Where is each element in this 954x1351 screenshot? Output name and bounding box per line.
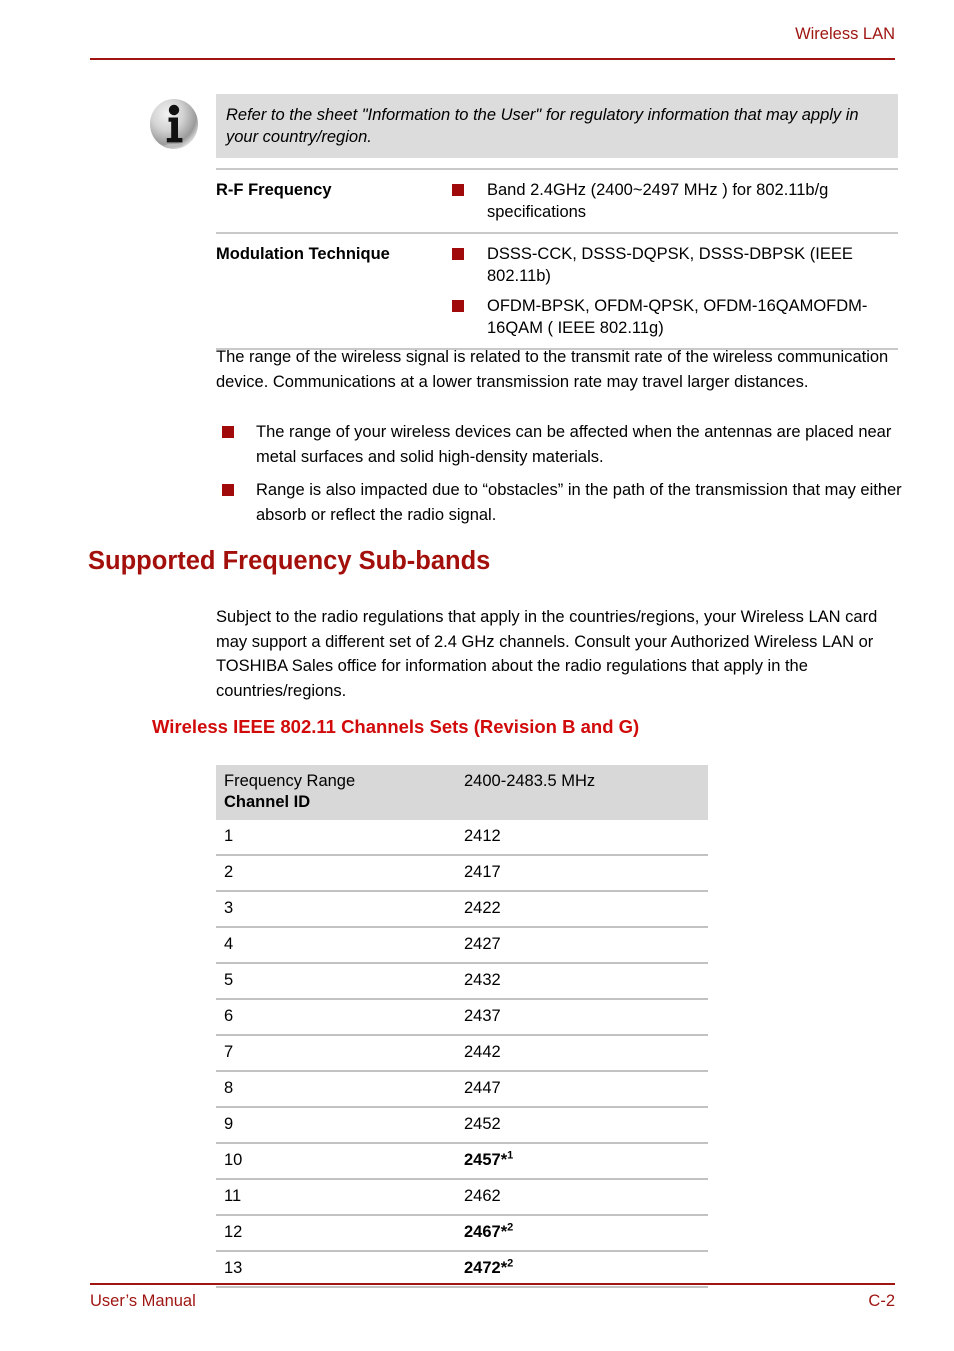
channel-table-header: Frequency Range Channel ID 2400-2483.5 M…	[216, 765, 708, 820]
page-header-title: Wireless LAN	[795, 25, 895, 43]
list-item: The range of your wireless devices can b…	[222, 420, 912, 469]
channel-id-cell: 1	[224, 827, 234, 845]
footer-page-number: C-2	[868, 1292, 895, 1310]
footnote-marker: 1	[507, 1149, 514, 1162]
channel-id-cell: 4	[224, 935, 234, 953]
channel-id-cell: 3	[224, 899, 234, 917]
channel-frequency-cell: 2427	[464, 935, 501, 953]
channel-frequency-cell: 2442	[464, 1043, 501, 1061]
list-item-text: The range of your wireless devices can b…	[256, 423, 892, 466]
page-header: Wireless LAN	[90, 24, 895, 60]
channel-frequency-cell: 2467*2	[464, 1221, 514, 1241]
spec-item-text: DSSS-CCK, DSSS-DQPSK, DSSS-DBPSK (IEEE 8…	[487, 245, 853, 285]
table-row: 4 2427	[216, 928, 708, 964]
channel-id-cell: 5	[224, 971, 234, 989]
table-row: 9 2452	[216, 1108, 708, 1144]
channel-id-cell: 2	[224, 863, 234, 881]
bullet-square-icon	[452, 300, 464, 312]
spec-table: R-F Frequency Band 2.4GHz (2400~2497 MHz…	[216, 168, 898, 350]
channel-frequency-cell: 2417	[464, 863, 501, 881]
channel-id-cell: 12	[224, 1223, 243, 1241]
channel-frequency-cell: 2462	[464, 1187, 501, 1205]
bullet-square-icon	[452, 248, 464, 260]
channel-table: Frequency Range Channel ID 2400-2483.5 M…	[216, 765, 708, 1288]
channel-frequency-cell: 2422	[464, 899, 501, 917]
channel-id-cell: 8	[224, 1079, 234, 1097]
spec-item: DSSS-CCK, DSSS-DQPSK, DSSS-DBPSK (IEEE 8…	[452, 243, 898, 287]
table-row: 10 2457*1	[216, 1144, 708, 1180]
channel-table-header-col-a: Frequency Range Channel ID	[224, 771, 355, 813]
channel-id-cell: 6	[224, 1007, 234, 1025]
channel-id-label: Channel ID	[224, 793, 311, 811]
channel-id-cell: 7	[224, 1043, 234, 1061]
spec-item-text: Band 2.4GHz (2400~2497 MHz ) for 802.11b…	[487, 181, 829, 221]
table-row: 7 2442	[216, 1036, 708, 1072]
channel-frequency-cell: 2472*2	[464, 1257, 514, 1277]
channel-frequency-cell: 2432	[464, 971, 501, 989]
list-item: Range is also impacted due to “obstacles…	[222, 478, 912, 527]
list-item-text: Range is also impacted due to “obstacles…	[256, 481, 902, 524]
section-heading: Supported Frequency Sub-bands	[88, 547, 491, 575]
spec-values: DSSS-CCK, DSSS-DQPSK, DSSS-DBPSK (IEEE 8…	[452, 243, 898, 339]
section-subheading: Wireless IEEE 802.11 Channels Sets (Revi…	[152, 716, 640, 737]
footnote-marker: 2	[507, 1257, 514, 1270]
spec-item-text: OFDM-BPSK, OFDM-QPSK, OFDM-16QAMOFDM-16Q…	[487, 297, 868, 337]
table-row: 3 2422	[216, 892, 708, 928]
footer-divider	[90, 1283, 895, 1285]
channel-id-cell: 11	[224, 1187, 242, 1205]
channel-frequency-cell: 2412	[464, 827, 501, 845]
channel-id-cell: 13	[224, 1259, 243, 1277]
spec-row: Modulation Technique DSSS-CCK, DSSS-DQPS…	[216, 232, 898, 350]
note-text: Refer to the sheet "Information to the U…	[226, 106, 859, 146]
table-row: 11 2462	[216, 1180, 708, 1216]
spec-label: R-F Frequency	[216, 181, 332, 199]
bullet-square-icon	[222, 426, 234, 438]
info-icon	[148, 98, 204, 154]
footer-manual-label: User’s Manual	[90, 1292, 196, 1310]
page-footer: User’s Manual C-2	[90, 1283, 895, 1323]
header-divider	[90, 58, 895, 60]
table-row: 1 2412	[216, 820, 708, 856]
spec-row: R-F Frequency Band 2.4GHz (2400~2497 MHz…	[216, 168, 898, 232]
note-body: Refer to the sheet "Information to the U…	[216, 94, 898, 158]
table-row: 6 2437	[216, 1000, 708, 1036]
table-row: 12 2467*2	[216, 1216, 708, 1252]
channel-id-cell: 9	[224, 1115, 234, 1133]
table-row: 5 2432	[216, 964, 708, 1000]
channel-frequency-cell: 2457*1	[464, 1149, 514, 1169]
spec-values: Band 2.4GHz (2400~2497 MHz ) for 802.11b…	[452, 179, 898, 223]
channel-frequency-cell: 2447	[464, 1079, 501, 1097]
table-row: 2 2417	[216, 856, 708, 892]
footnote-marker: 2	[507, 1221, 514, 1234]
bullet-square-icon	[452, 184, 464, 196]
bullet-square-icon	[222, 484, 234, 496]
channel-table-body: 1 2412 2 2417 3 2422 4 2427 5 2432 6 2437 7 2442 8 2447…	[216, 820, 708, 1288]
section-paragraph: Subject to the radio regulations that ap…	[216, 608, 878, 700]
table-row: 8 2447	[216, 1072, 708, 1108]
spec-label: Modulation Technique	[216, 245, 390, 263]
channel-frequency-cell: 2452	[464, 1115, 501, 1133]
range-paragraph: The range of the wireless signal is rela…	[216, 348, 889, 391]
note-box: Refer to the sheet "Information to the U…	[148, 94, 898, 158]
channel-id-cell: 10	[224, 1151, 243, 1169]
spec-item: OFDM-BPSK, OFDM-QPSK, OFDM-16QAMOFDM-16Q…	[452, 295, 898, 339]
document-page: Wireless LAN Refer to the sheet "Informa…	[0, 0, 954, 1351]
frequency-range-label: Frequency Range	[224, 772, 356, 790]
channel-table-header-col-b: 2400-2483.5 MHz	[464, 772, 596, 790]
channel-frequency-cell: 2437	[464, 1007, 501, 1025]
spec-item: Band 2.4GHz (2400~2497 MHz ) for 802.11b…	[452, 179, 898, 223]
range-bullet-list: The range of your wireless devices can b…	[222, 420, 912, 536]
